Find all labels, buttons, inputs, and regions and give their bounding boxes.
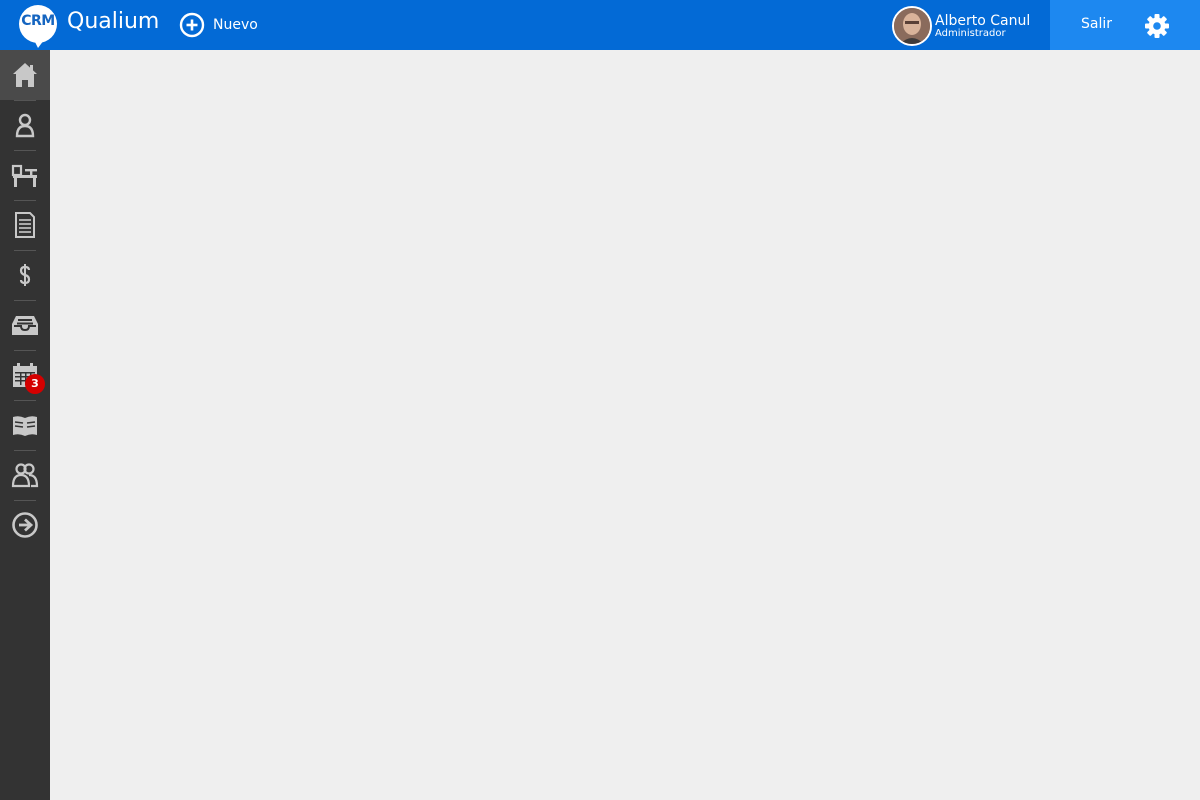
calendar-badge: 3 <box>25 374 45 394</box>
home-icon <box>13 63 37 87</box>
sidebar-item-desks[interactable] <box>0 150 50 200</box>
brand-name: Qualium <box>67 9 160 34</box>
new-button[interactable]: Nuevo <box>179 12 258 38</box>
sidebar-item-logout[interactable] <box>0 500 50 550</box>
user-role: Administrador <box>935 27 1006 39</box>
crm-logo[interactable]: CRM <box>18 4 58 48</box>
sidebar-item-contacts[interactable] <box>0 100 50 150</box>
sidebar-item-catalog[interactable] <box>0 400 50 450</box>
plus-circle-icon <box>179 12 205 38</box>
avatar <box>892 6 932 46</box>
user-profile[interactable]: Alberto Canul Administrador <box>892 6 1030 46</box>
gear-icon[interactable] <box>1144 13 1170 39</box>
desk-icon <box>11 164 37 187</box>
inbox-icon <box>12 316 38 335</box>
avatar-portrait-icon <box>894 8 930 44</box>
sidebar-item-inbox[interactable] <box>0 300 50 350</box>
sidebar-item-calendar[interactable]: 3 <box>0 350 50 400</box>
exit-area: Salir <box>1050 0 1200 50</box>
book-icon <box>13 416 37 436</box>
arrow-right-circle-icon <box>12 512 38 538</box>
main-content <box>50 50 1200 800</box>
exit-button[interactable]: Salir <box>1081 16 1112 32</box>
user-name: Alberto Canul <box>935 12 1031 29</box>
sidebar-item-finances[interactable] <box>0 250 50 300</box>
top-bar: CRM Qualium Nuevo Alberto Canul Administ… <box>0 0 1200 50</box>
document-icon <box>15 212 35 238</box>
logo-text: CRM <box>21 13 55 29</box>
sidebar: 3 <box>0 50 50 800</box>
sidebar-item-documents[interactable] <box>0 200 50 250</box>
sidebar-item-team[interactable] <box>0 450 50 500</box>
user-icon <box>15 113 35 138</box>
users-icon <box>11 463 39 488</box>
dollar-icon <box>19 264 31 286</box>
sidebar-item-home[interactable] <box>0 50 50 100</box>
new-button-label: Nuevo <box>213 17 258 33</box>
